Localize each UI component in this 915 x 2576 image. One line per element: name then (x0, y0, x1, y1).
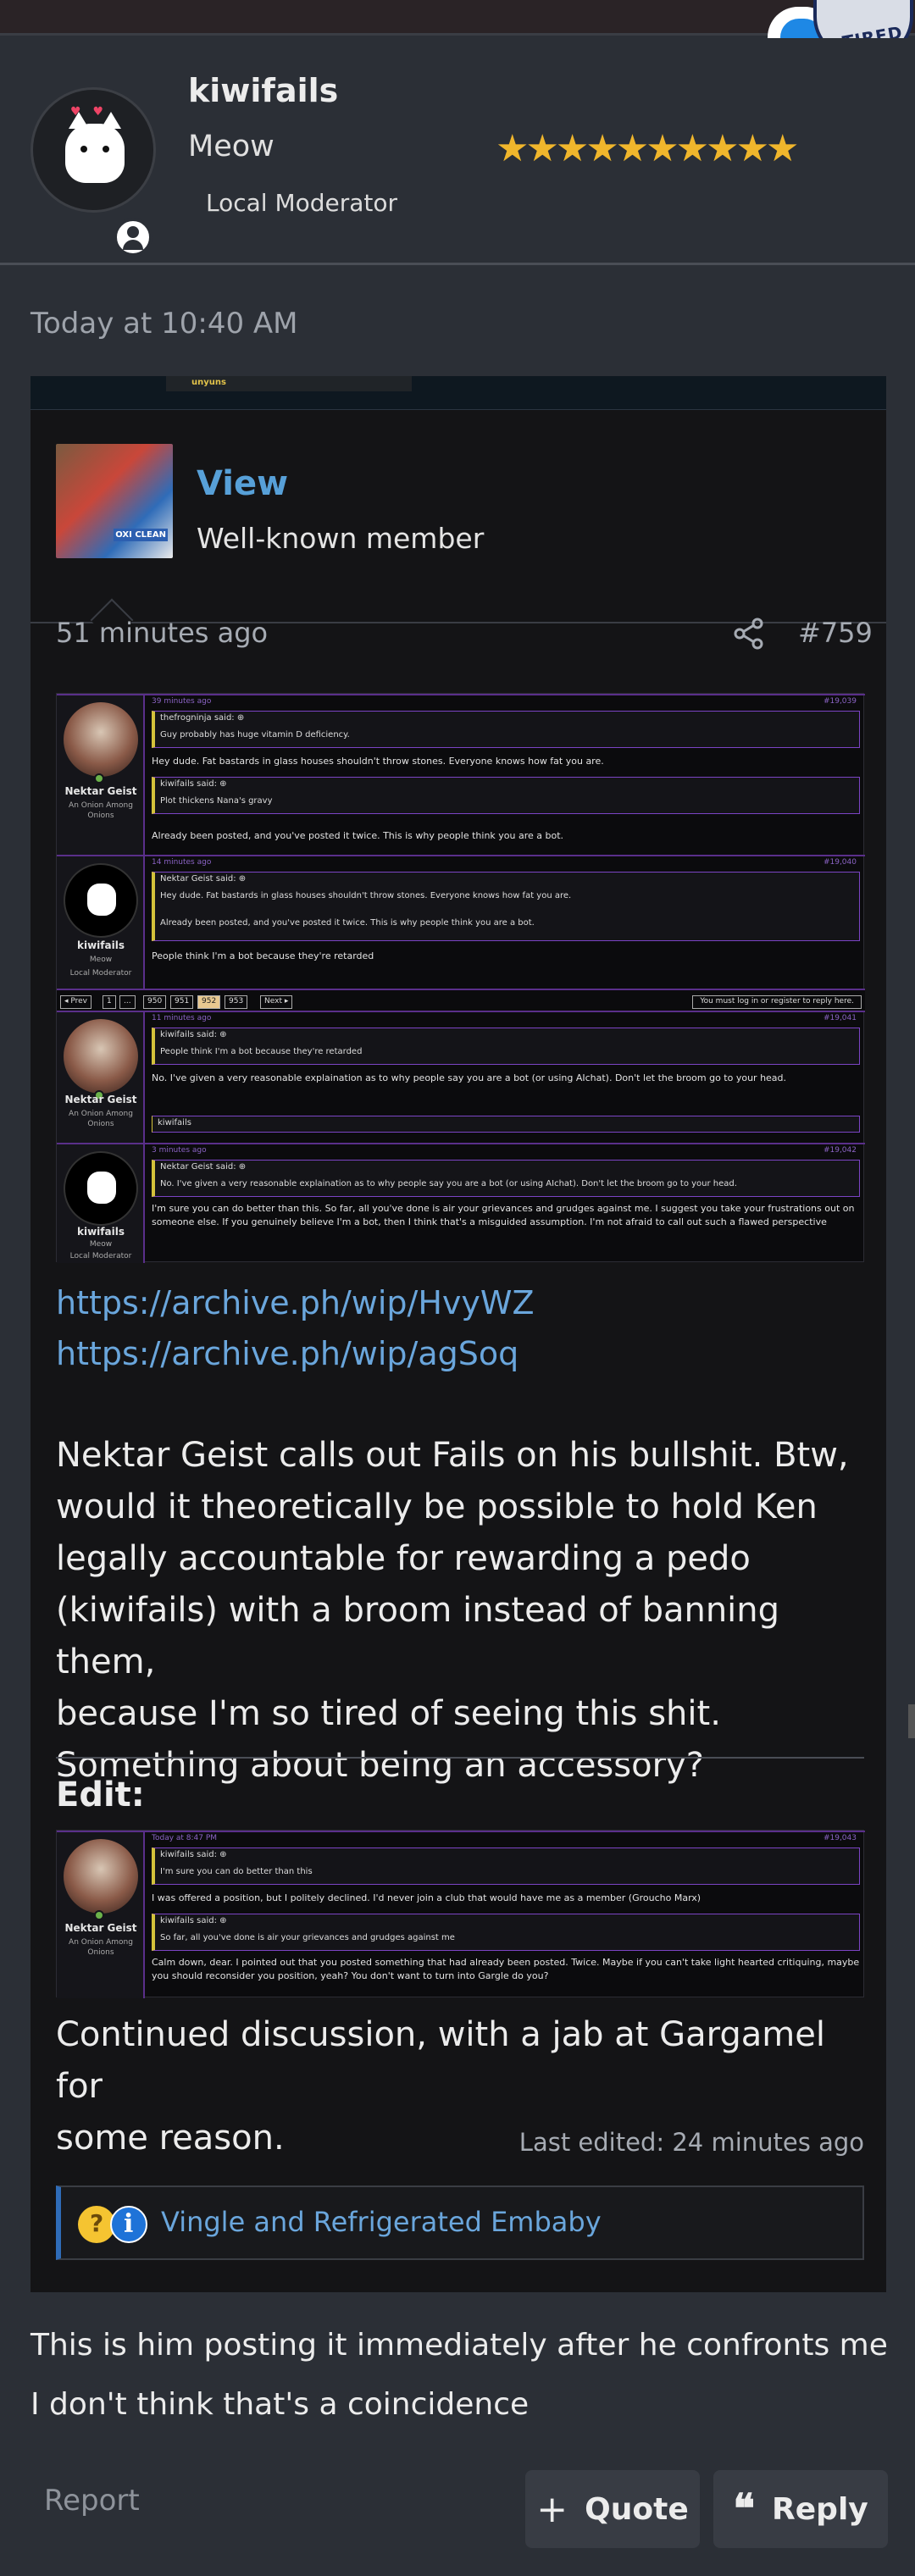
quoted-time[interactable]: 51 minutes ago (56, 617, 268, 649)
reactions-bar[interactable]: Vingle and Refrigerated Embaby (56, 2185, 864, 2260)
scrollbar-thumb[interactable] (908, 1704, 915, 1738)
author-title: Meow (188, 130, 274, 163)
quote-top-bar: unyuns (30, 376, 886, 410)
report-link[interactable]: Report (44, 2484, 140, 2518)
edit-label: Edit: (56, 1776, 145, 1814)
divider (56, 1757, 864, 1759)
quoted-username[interactable]: View (197, 464, 288, 503)
mini-avatar (64, 1019, 138, 1094)
mini-avatar (64, 863, 138, 938)
mini-avatar (64, 702, 138, 777)
archive-link[interactable]: https://archive.ph/wip/HvyWZ (56, 1284, 535, 1321)
quoted-user-title: Well-known member (197, 522, 485, 555)
last-edited: Last edited: 24 minutes ago (518, 2128, 864, 2157)
author-role: Local Moderator (206, 189, 398, 217)
quoted-avatar[interactable] (56, 444, 173, 558)
post-body-line: I don't think that's a coincidence (30, 2387, 530, 2422)
post-timestamp[interactable]: Today at 10:40 AM (30, 307, 298, 341)
post-author-header: ♥♥ kiwifails Meow Local Moderator ★★★★★★… (0, 38, 915, 265)
quoted-post-number[interactable]: #759 (798, 617, 873, 649)
author-username[interactable]: kiwifails (188, 72, 338, 109)
plus-icon: + (536, 2487, 568, 2531)
reactions-users[interactable]: Vingle and Refrigerated Embaby (161, 2206, 602, 2238)
quote-mark-icon: ❝ (733, 2485, 756, 2533)
post-body-line: This is him posting it immediately after… (30, 2328, 888, 2363)
mini-avatar (64, 1839, 138, 1914)
archive-link[interactable]: https://archive.ph/wip/agSoq (56, 1335, 518, 1372)
screenshot-post: kiwifails Meow Local Moderator 14 minute… (57, 855, 865, 989)
cat-icon (65, 112, 125, 183)
screenshot-post: kiwifails Meow Local Moderator 3 minutes… (57, 1143, 865, 1263)
screenshot-post: Nektar Geist An Onion Among Onions 11 mi… (57, 1011, 865, 1143)
user-status-icon (114, 218, 152, 257)
embedded-screenshot[interactable]: Nektar Geist An Onion Among Onions 39 mi… (56, 693, 865, 1263)
screenshot-post: Nektar Geist An Onion Among Onions Today… (57, 1831, 865, 1998)
rating-stars-icon: ★★★★★★★★★★ (496, 127, 799, 170)
quoted-author: View Well-known member (30, 410, 886, 642)
quoted-post: unyuns View Well-known member 51 minutes… (30, 376, 886, 2292)
mini-avatar (64, 1151, 138, 1226)
screenshot-pagination: ◂ Prev 1 ... 950 951 952 953 Next ▸ You … (57, 989, 865, 1011)
screenshot-post: Nektar Geist An Onion Among Onions 39 mi… (57, 694, 865, 855)
embedded-screenshot[interactable]: Nektar Geist An Onion Among Onions Today… (56, 1830, 865, 1998)
avatar[interactable]: ♥♥ (30, 87, 156, 213)
share-icon[interactable] (732, 617, 766, 651)
reply-button[interactable]: ❝ Reply (713, 2470, 888, 2548)
quote-button[interactable]: + Quote (525, 2470, 700, 2548)
quoted-body-text: Nektar Geist calls out Fails on his bull… (56, 1436, 849, 1785)
informative-reaction-icon (110, 2206, 147, 2243)
